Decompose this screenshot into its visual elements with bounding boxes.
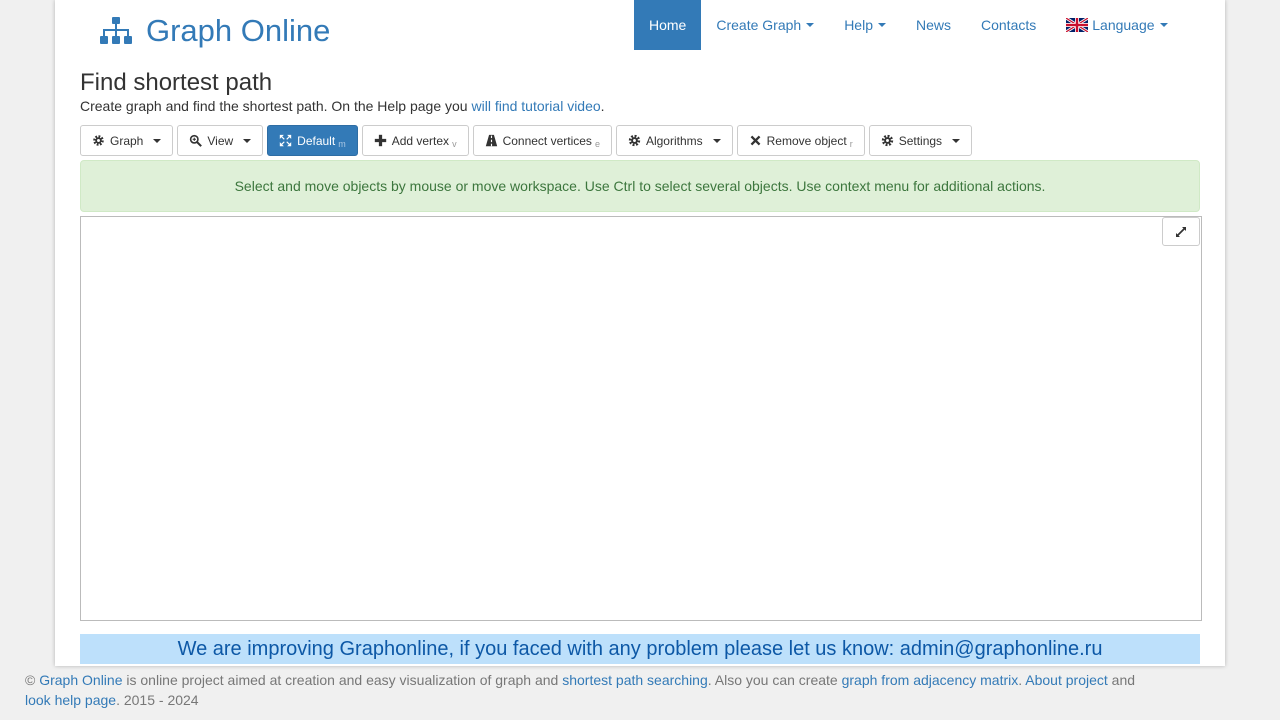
footer-text: and — [1107, 672, 1136, 688]
info-alert-text: Select and move objects by mouse or move… — [234, 178, 1046, 194]
subtitle-text: Create graph and find the shortest path.… — [80, 98, 472, 114]
cog-icon — [881, 134, 893, 147]
caret-down-icon — [877, 23, 886, 27]
nav-contacts[interactable]: Contacts — [966, 0, 1051, 50]
footer-about-link[interactable]: About project — [1025, 672, 1108, 688]
footer-years: . 2015 - 2024 — [116, 692, 199, 708]
default-mode-label: Default — [297, 133, 336, 148]
caret-down-icon — [153, 138, 162, 143]
sitemap-icon — [100, 17, 132, 44]
add-vertex-label: Add vertex — [391, 133, 450, 148]
nav-language[interactable]: Language — [1051, 0, 1182, 50]
nav-home[interactable]: Home — [634, 0, 702, 50]
road-icon — [485, 134, 497, 147]
subtitle-end: . — [600, 98, 605, 114]
main-container: Graph Online Home Create Graph Help News… — [55, 0, 1225, 666]
nav-language-label: Language — [1092, 17, 1155, 33]
settings-menu-button[interactable]: Settings — [868, 125, 973, 156]
connect-vertices-label: Connect vertices — [502, 133, 592, 148]
add-vertex-hotkey: v — [452, 139, 457, 149]
nav-help[interactable]: Help — [829, 0, 901, 50]
nav-help-label: Help — [844, 17, 873, 33]
view-menu-label: View — [207, 133, 234, 148]
zoom-icon — [190, 134, 203, 147]
top-nav: Home Create Graph Help News Contacts Lan… — [634, 0, 1183, 50]
algorithms-menu-button[interactable]: Algorithms — [615, 125, 733, 156]
expand-icon — [1176, 226, 1186, 237]
brand-title: Graph Online — [146, 13, 331, 48]
nav-create-graph[interactable]: Create Graph — [701, 0, 829, 50]
settings-menu-label: Settings — [898, 133, 943, 148]
footer-help-link[interactable]: look help page — [25, 692, 116, 708]
nav-create-graph-label: Create Graph — [716, 17, 802, 33]
page-title: Find shortest path — [80, 69, 273, 96]
fullscreen-button[interactable] — [1162, 217, 1200, 246]
nav-news[interactable]: News — [901, 0, 966, 50]
caret-down-icon — [243, 138, 252, 143]
footer-text: . Also you can create — [707, 672, 842, 688]
graph-menu-button[interactable]: Graph — [80, 125, 174, 156]
caret-down-icon — [712, 138, 721, 143]
fullscreen-arrows-icon — [279, 134, 292, 147]
caret-down-icon — [952, 138, 961, 143]
graph-canvas[interactable] — [80, 216, 1202, 621]
feedback-banner: We are improving Graphonline, if you fac… — [80, 634, 1200, 664]
default-mode-button[interactable]: Default m — [267, 125, 358, 156]
gear-icon — [93, 135, 104, 146]
footer-text: is online project aimed at creation and … — [122, 672, 563, 688]
algorithms-menu-label: Algorithms — [645, 133, 703, 148]
footer: © Graph Online is online project aimed a… — [25, 670, 1165, 710]
page-subtitle: Create graph and find the shortest path.… — [80, 97, 605, 115]
remove-object-button[interactable]: Remove object r — [736, 125, 865, 156]
remove-icon — [750, 135, 761, 146]
cog-icon — [628, 134, 641, 147]
default-hotkey: m — [338, 139, 346, 149]
remove-object-label: Remove object — [766, 133, 847, 148]
uk-flag-icon — [1066, 18, 1089, 32]
connect-vertices-button[interactable]: Connect vertices e — [472, 125, 612, 156]
footer-graph-online-link[interactable]: Graph Online — [39, 672, 122, 688]
tutorial-video-link[interactable]: will find tutorial video — [471, 98, 600, 114]
footer-shortest-path-link[interactable]: shortest path searching — [562, 672, 708, 688]
footer-adjacency-matrix-link[interactable]: graph from adjacency matrix — [842, 672, 1019, 688]
graph-menu-label: Graph — [110, 133, 144, 148]
connect-vertices-hotkey: e — [594, 139, 600, 149]
caret-down-icon — [806, 23, 815, 27]
add-vertex-button[interactable]: Add vertex v — [361, 125, 469, 156]
footer-copyright: © — [25, 672, 40, 688]
brand-logo-link[interactable]: Graph Online — [100, 8, 330, 54]
info-alert: Select and move objects by mouse or move… — [80, 160, 1200, 212]
toolbar: Graph View Default m Add vertex v Connec… — [80, 125, 973, 156]
plus-icon — [374, 134, 386, 147]
view-menu-button[interactable]: View — [177, 125, 264, 156]
caret-down-icon — [1159, 23, 1168, 27]
remove-object-hotkey: r — [849, 139, 853, 149]
